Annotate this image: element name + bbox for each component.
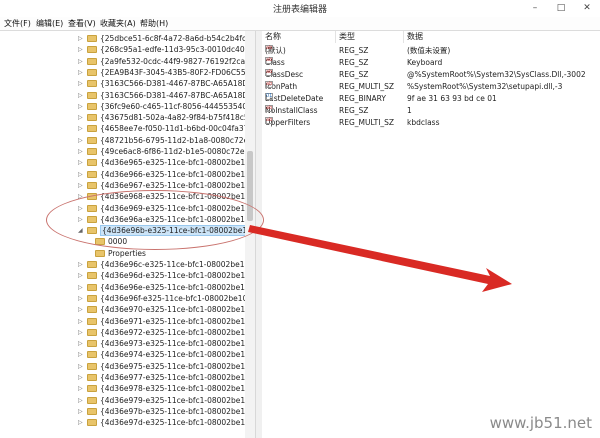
red-arrow-shape <box>248 225 512 292</box>
watermark: www.jb51.net <box>489 414 592 432</box>
annotation-arrow <box>248 225 512 292</box>
